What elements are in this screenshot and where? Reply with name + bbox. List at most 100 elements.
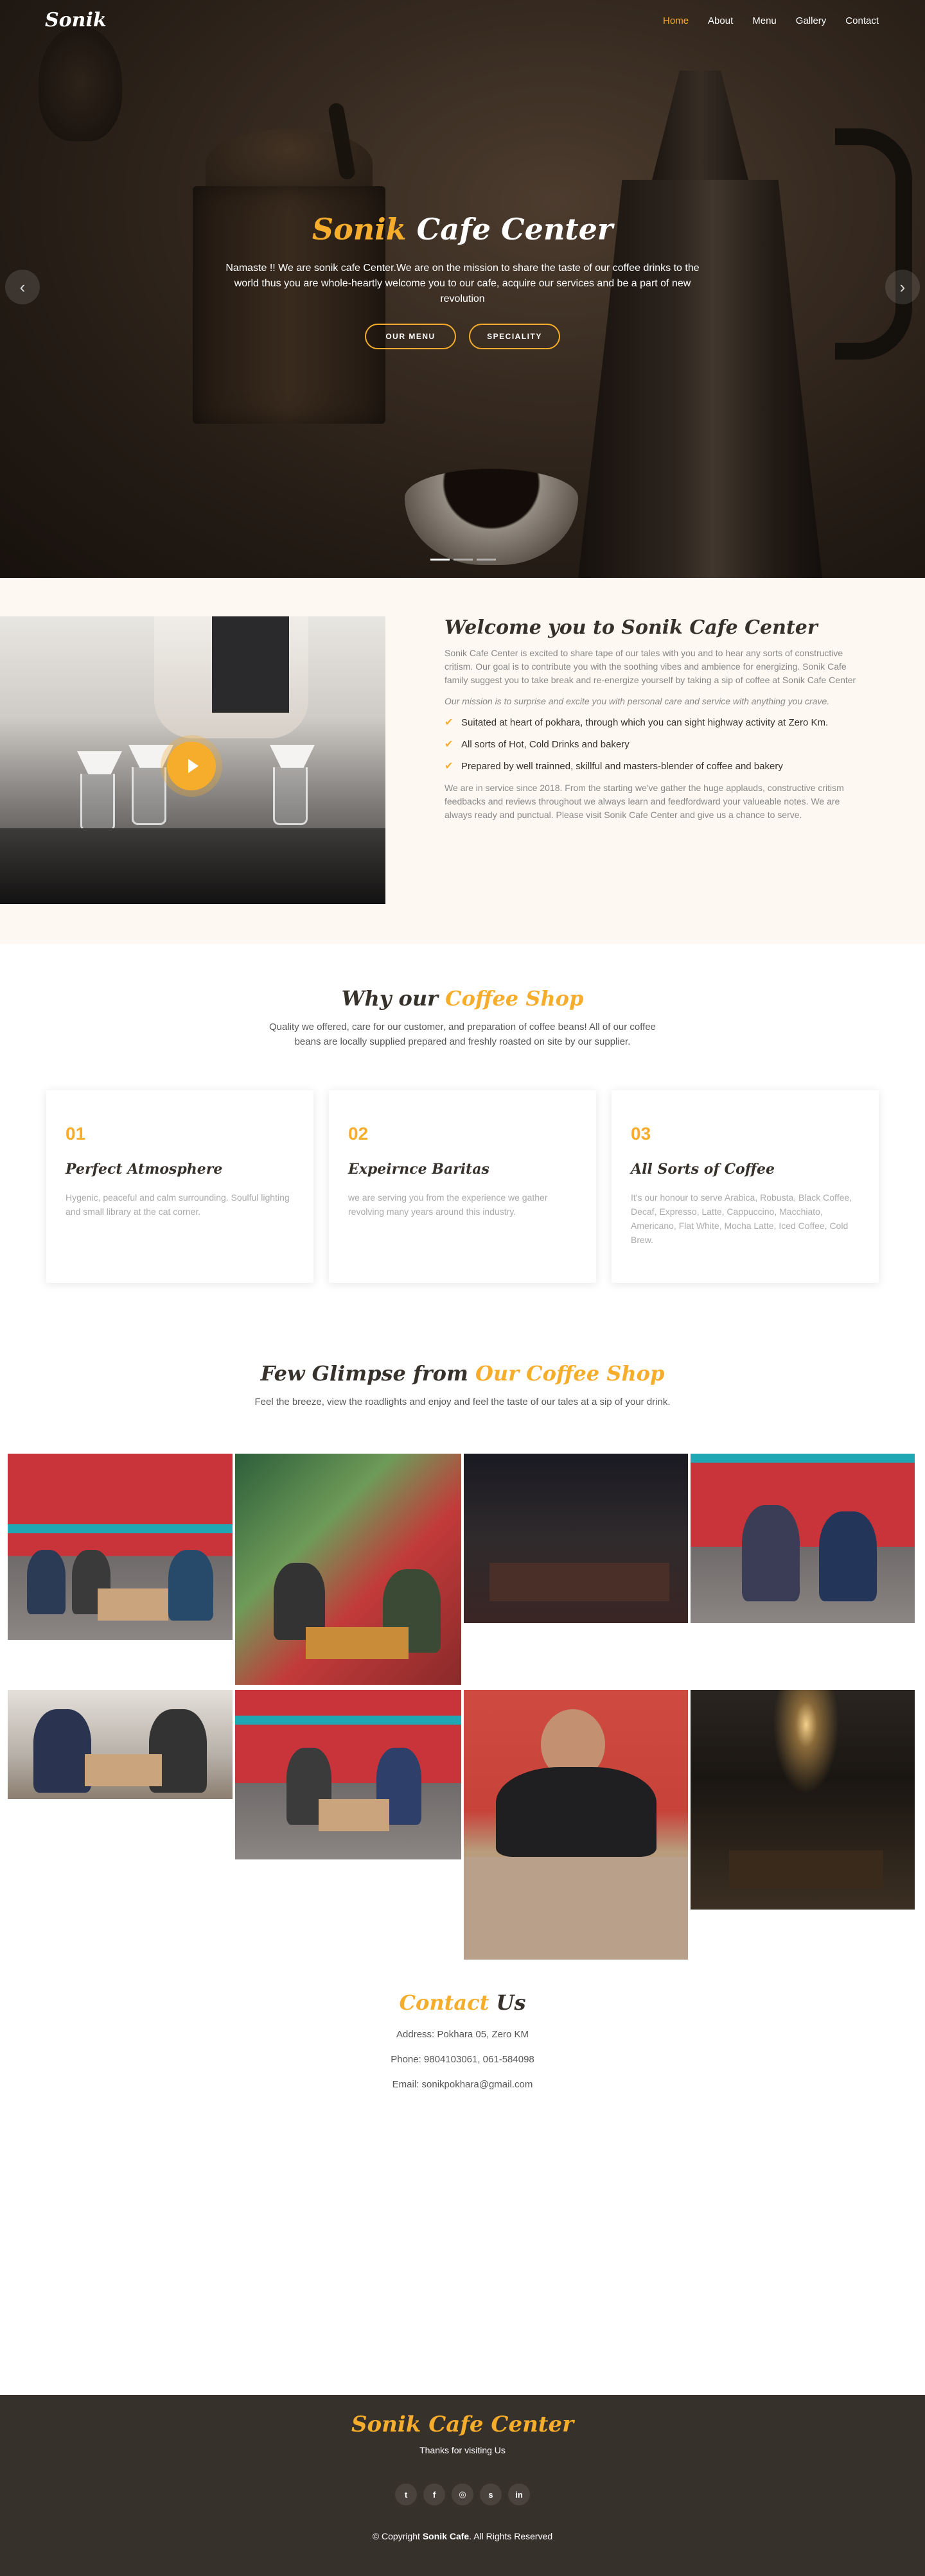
list-item-text: All sorts of Hot, Cold Drinks and bakery: [461, 739, 630, 750]
twitter-icon[interactable]: t: [395, 2484, 417, 2505]
card-text: It's our honour to serve Arabica, Robust…: [631, 1192, 852, 1245]
counter-image: [0, 828, 385, 904]
wall-stripe: [8, 1524, 233, 1533]
wall-stripe: [691, 1454, 915, 1463]
glass-image: [273, 767, 308, 825]
linkedin-icon[interactable]: in: [508, 2484, 530, 2505]
hero-title-rest: Cafe Center: [416, 212, 613, 247]
gallery-photo[interactable]: [691, 1690, 915, 1910]
hero-section: Sonik Home About Menu Gallery Contact ‹ …: [0, 0, 925, 578]
list-item-text: Suitated at heart of pokhara, through wh…: [461, 717, 829, 728]
facebook-icon[interactable]: f: [423, 2484, 445, 2505]
dripper-image: [77, 751, 122, 774]
about-feature-list: ✔ Suitated at heart of pokhara, through w…: [445, 716, 862, 774]
gallery-photo[interactable]: [235, 1690, 461, 1859]
card-number: 01: [66, 1124, 86, 1144]
about-title-bold: Sonik Cafe Center: [621, 616, 818, 639]
site-logo[interactable]: Sonik: [45, 9, 107, 31]
gallery-photo[interactable]: [691, 1454, 915, 1623]
table-image: [98, 1588, 168, 1621]
nav-link-menu[interactable]: Menu: [752, 15, 777, 26]
gallery-subtitle: Feel the breeze, view the roadlights and…: [254, 1397, 671, 1407]
footer-title: Sonik Cafe Center: [351, 2412, 574, 2437]
nav-link-about[interactable]: About: [708, 15, 733, 26]
about-paragraph: Sonik Cafe Center is excited to share ta…: [445, 648, 856, 685]
about-mission: Our mission is to surprise and excite yo…: [445, 696, 830, 706]
lamp-glow: [768, 1690, 845, 1806]
carousel-indicator[interactable]: [430, 559, 450, 561]
speciality-button[interactable]: SPECIALITY: [469, 324, 560, 349]
double-check-icon: ✔: [445, 761, 454, 772]
instagram-icon[interactable]: ◎: [452, 2484, 473, 2505]
table-image: [729, 1850, 883, 1889]
hero-title: Sonik Cafe Center: [0, 212, 925, 247]
card-title: All Sorts of Coffee: [631, 1161, 775, 1178]
card-number: 03: [631, 1124, 651, 1144]
about-title-plain: Welcome you to: [445, 616, 615, 639]
person-figure: [819, 1511, 877, 1601]
why-title: Why our Coffee Shop: [0, 986, 925, 1011]
about-title: Welcome you to Sonik Cafe Center: [445, 616, 862, 639]
list-item: ✔ Prepared by well trainned, skillful and…: [445, 760, 862, 774]
card-title: Perfect Atmosphere: [66, 1161, 223, 1178]
person-figure: [168, 1550, 213, 1621]
wall-stripe: [235, 1716, 461, 1725]
copyright-suffix: . All Rights Reserved: [469, 2531, 553, 2541]
gallery-title: Few Glimpse from Our Coffee Shop: [0, 1361, 925, 1386]
gallery-photo[interactable]: [235, 1454, 461, 1685]
play-video-button[interactable]: [167, 742, 216, 790]
table-image: [319, 1799, 389, 1831]
carousel-indicator[interactable]: [454, 559, 473, 561]
gallery-photo[interactable]: [464, 1690, 688, 1960]
about-paragraph: We are in service since 2018. From the s…: [445, 783, 844, 820]
social-links: t f ◎ s in: [0, 2484, 925, 2505]
table-image: [306, 1627, 409, 1659]
why-title-plain: Why our: [341, 986, 439, 1011]
carousel-indicator[interactable]: [477, 559, 496, 561]
dripper-image: [270, 745, 315, 768]
nav-link-gallery[interactable]: Gallery: [796, 15, 827, 26]
glass-image: [132, 767, 166, 825]
gallery-photo[interactable]: [464, 1454, 688, 1623]
copyright-brand: Sonik Cafe: [422, 2531, 470, 2541]
gallery-title-accent: Our Coffee Shop: [475, 1361, 665, 1386]
gallery-photo[interactable]: [8, 1690, 233, 1799]
copyright-prefix: © Copyright: [372, 2531, 420, 2541]
nav-link-home[interactable]: Home: [663, 15, 689, 26]
person-figure: [33, 1709, 91, 1793]
gallery-header: Few Glimpse from Our Coffee Shop Feel th…: [0, 1361, 925, 1409]
table-image: [464, 1857, 688, 1960]
glass-image: [80, 774, 115, 831]
list-item-text: Prepared by well trainned, skillful and …: [461, 761, 783, 772]
top-navbar: Sonik Home About Menu Gallery Contact: [0, 0, 925, 45]
copyright: © Copyright Sonik Cafe. All Rights Reser…: [0, 2531, 925, 2541]
why-title-accent: Coffee Shop: [445, 986, 584, 1011]
feature-cards: 01 Perfect Atmosphere Hygenic, peaceful …: [46, 1090, 879, 1283]
about-text: Welcome you to Sonik Cafe Center Sonik C…: [445, 616, 862, 822]
hero-title-accent: Sonik: [312, 212, 407, 247]
nav-links: Home About Menu Gallery Contact: [644, 15, 879, 26]
barista-apron: [212, 616, 289, 713]
feature-card: 01 Perfect Atmosphere Hygenic, peaceful …: [46, 1090, 313, 1283]
nav-link-contact[interactable]: Contact: [845, 15, 879, 26]
contact-title: Contact Us: [0, 1990, 925, 2015]
gallery-title-plain: Few Glimpse from: [260, 1361, 468, 1386]
card-text: we are serving you from the experience w…: [348, 1192, 548, 1217]
feature-card: 02 Expeirnce Baritas we are serving you …: [329, 1090, 596, 1283]
hero-buttons: OUR MENU SPECIALITY: [0, 324, 925, 349]
card-text: Hygenic, peaceful and calm surrounding. …: [66, 1192, 290, 1217]
contact-title-accent: Contact: [399, 1990, 489, 2015]
skype-icon[interactable]: s: [480, 2484, 502, 2505]
double-check-icon: ✔: [445, 739, 454, 750]
person-figure: [742, 1505, 800, 1601]
contact-section: Contact Us Address: Pokhara 05, Zero KM …: [0, 1990, 925, 2145]
table-image: [489, 1563, 669, 1601]
site-footer: Sonik Cafe Center Thanks for visiting Us…: [0, 2395, 925, 2576]
gallery-section: Few Glimpse from Our Coffee Shop Feel th…: [0, 1361, 925, 1965]
list-item: ✔ All sorts of Hot, Cold Drinks and baker…: [445, 738, 862, 752]
carousel-indicators: [430, 559, 496, 561]
gallery-photo[interactable]: [8, 1454, 233, 1640]
feature-card: 03 All Sorts of Coffee It's our honour t…: [612, 1090, 879, 1283]
hero-text: Namaste !! We are sonik cafe Center.We a…: [225, 263, 700, 304]
our-menu-button[interactable]: OUR MENU: [365, 324, 456, 349]
